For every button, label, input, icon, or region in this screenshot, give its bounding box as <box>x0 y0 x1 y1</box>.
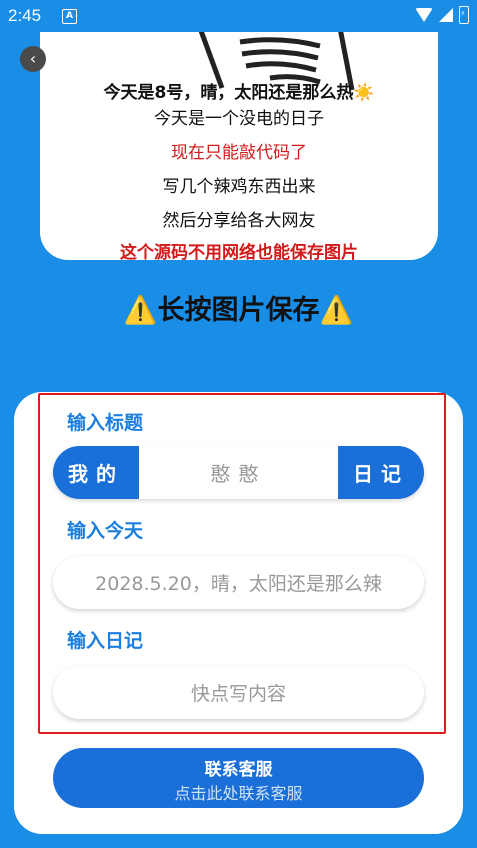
title-suffix: 日记 <box>338 446 424 499</box>
title-prefix: 我的 <box>53 446 139 499</box>
diary-label: 输入日记 <box>67 630 144 652</box>
diary-input[interactable]: 快点写内容 <box>53 666 424 719</box>
today-label: 输入今天 <box>67 520 144 542</box>
card-line-6: 这个源码不用网络也能保存图片 <box>120 243 358 260</box>
save-hint-text: ⚠️长按图片保存⚠️ <box>123 295 354 326</box>
today-input[interactable]: 2028.5.20，晴，太阳还是那么辣 <box>53 556 424 609</box>
signal-icon <box>439 8 453 22</box>
card-line-3: 现在只能敲代码了 <box>171 143 307 163</box>
card-line-2: 今天是一个没电的日子 <box>154 109 324 129</box>
diary-image-card[interactable]: 今天是8号，晴，太阳还是那么热☀️ 今天是一个没电的日子 现在只能敲代码了 写几… <box>40 32 438 260</box>
status-bar: 2:45 A <box>0 0 477 32</box>
status-icons <box>415 6 469 24</box>
card-line-4: 写几个辣鸡东西出来 <box>162 177 316 197</box>
battery-icon <box>459 6 469 24</box>
contact-subtitle: 点击此处联系客服 <box>174 784 303 803</box>
back-button[interactable]: ‹ <box>20 46 46 72</box>
contact-title: 联系客服 <box>204 760 273 780</box>
status-time: 2:45 <box>8 6 42 25</box>
title-input[interactable]: 憨憨 <box>139 446 338 499</box>
title-label: 输入标题 <box>67 412 144 434</box>
app-notification-icon: A <box>62 9 77 24</box>
card-line-5: 然后分享给各大网友 <box>162 211 316 231</box>
title-input-row[interactable]: 我的 憨憨 日记 <box>53 446 424 499</box>
wifi-icon <box>415 8 433 22</box>
chevron-left-icon: ‹ <box>29 49 37 68</box>
card-line-1: 今天是8号，晴，太阳还是那么热☀️ <box>103 83 375 103</box>
contact-support-button[interactable]: 联系客服 点击此处联系客服 <box>53 748 424 808</box>
